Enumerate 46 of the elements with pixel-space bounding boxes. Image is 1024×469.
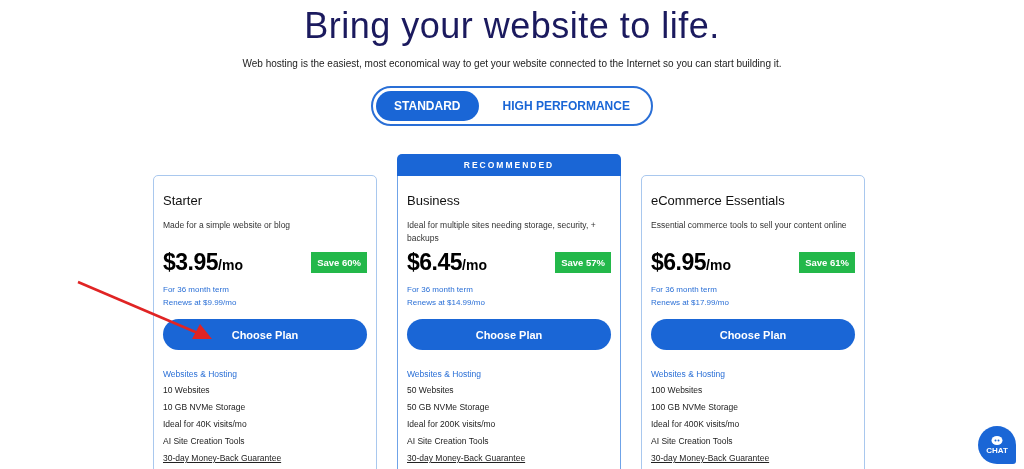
term-note: For 36 month term: [407, 284, 474, 296]
feature-item: 50 Websites: [407, 385, 455, 396]
renewal-note: Renews at $17.99/mo: [651, 297, 730, 309]
feature-section-heading: Websites & Hosting: [651, 369, 726, 379]
choose-plan-button[interactable]: Choose Plan: [163, 319, 367, 350]
term-note: For 36 month term: [163, 284, 230, 296]
feature-item: 10 GB NVMe Storage: [163, 402, 247, 413]
plan-name: Starter: [163, 193, 203, 208]
feature-section-heading: Websites & Hosting: [163, 369, 238, 379]
chat-button[interactable]: CHAT: [978, 426, 1016, 464]
recommended-banner: RECOMMENDED: [397, 154, 621, 176]
guarantee-link[interactable]: 30-day Money-Back Guarantee: [651, 453, 855, 464]
term-note: For 36 month term: [651, 284, 718, 296]
feature-item: Ideal for 40K visits/mo: [163, 419, 248, 430]
plan-name: eCommerce Essentials: [651, 193, 786, 208]
plan-description: Made for a simple website or blog: [163, 219, 292, 232]
feature-section-heading: Websites & Hosting: [407, 369, 482, 379]
choose-plan-button[interactable]: Choose Plan: [651, 319, 855, 350]
discount-badge: Save 60%: [311, 252, 367, 273]
feature-item: AI Site Creation Tools: [651, 436, 734, 447]
feature-item: Ideal for 200K visits/mo: [407, 419, 497, 430]
page-subtitle: Web hosting is the easiest, most economical way to get your website connected to the Internet so you can start building it.: [241, 58, 783, 69]
feature-item: Ideal for 400K visits/mo: [651, 419, 741, 430]
renewal-note: Renews at $14.99/mo: [407, 297, 486, 309]
discount-badge: Save 57%: [555, 252, 611, 273]
guarantee-link[interactable]: 30-day Money-Back Guarantee: [407, 453, 611, 464]
feature-item: 10 Websites: [163, 385, 211, 396]
plan-description: Ideal for multiple sites needing storage, security, + backups: [407, 219, 597, 245]
plan-price: $6.95/mo: [651, 249, 731, 276]
plan-description: Essential commerce tools to sell your content online: [651, 219, 848, 232]
feature-item: AI Site Creation Tools: [163, 436, 246, 447]
plan-price: $3.95/mo: [163, 249, 243, 276]
feature-item: 100 GB NVMe Storage: [651, 402, 739, 413]
choose-plan-button[interactable]: Choose Plan: [407, 319, 611, 350]
plan-price: $6.45/mo: [407, 249, 487, 276]
plan-type-tab[interactable]: STANDARD: [376, 91, 479, 121]
guarantee-link[interactable]: 30-day Money-Back Guarantee: [163, 453, 367, 464]
chat-bubble-icon: [991, 435, 1003, 446]
feature-item: 100 Websites: [651, 385, 704, 396]
renewal-note: Renews at $9.99/mo: [163, 297, 238, 309]
plan-name: Business: [407, 193, 461, 208]
feature-item: 50 GB NVMe Storage: [407, 402, 491, 413]
plan-type-tab[interactable]: HIGH PERFORMANCE: [484, 91, 648, 121]
feature-item: AI Site Creation Tools: [407, 436, 490, 447]
page-heading: Bring your website to life.: [303, 6, 721, 46]
discount-badge: Save 61%: [799, 252, 855, 273]
